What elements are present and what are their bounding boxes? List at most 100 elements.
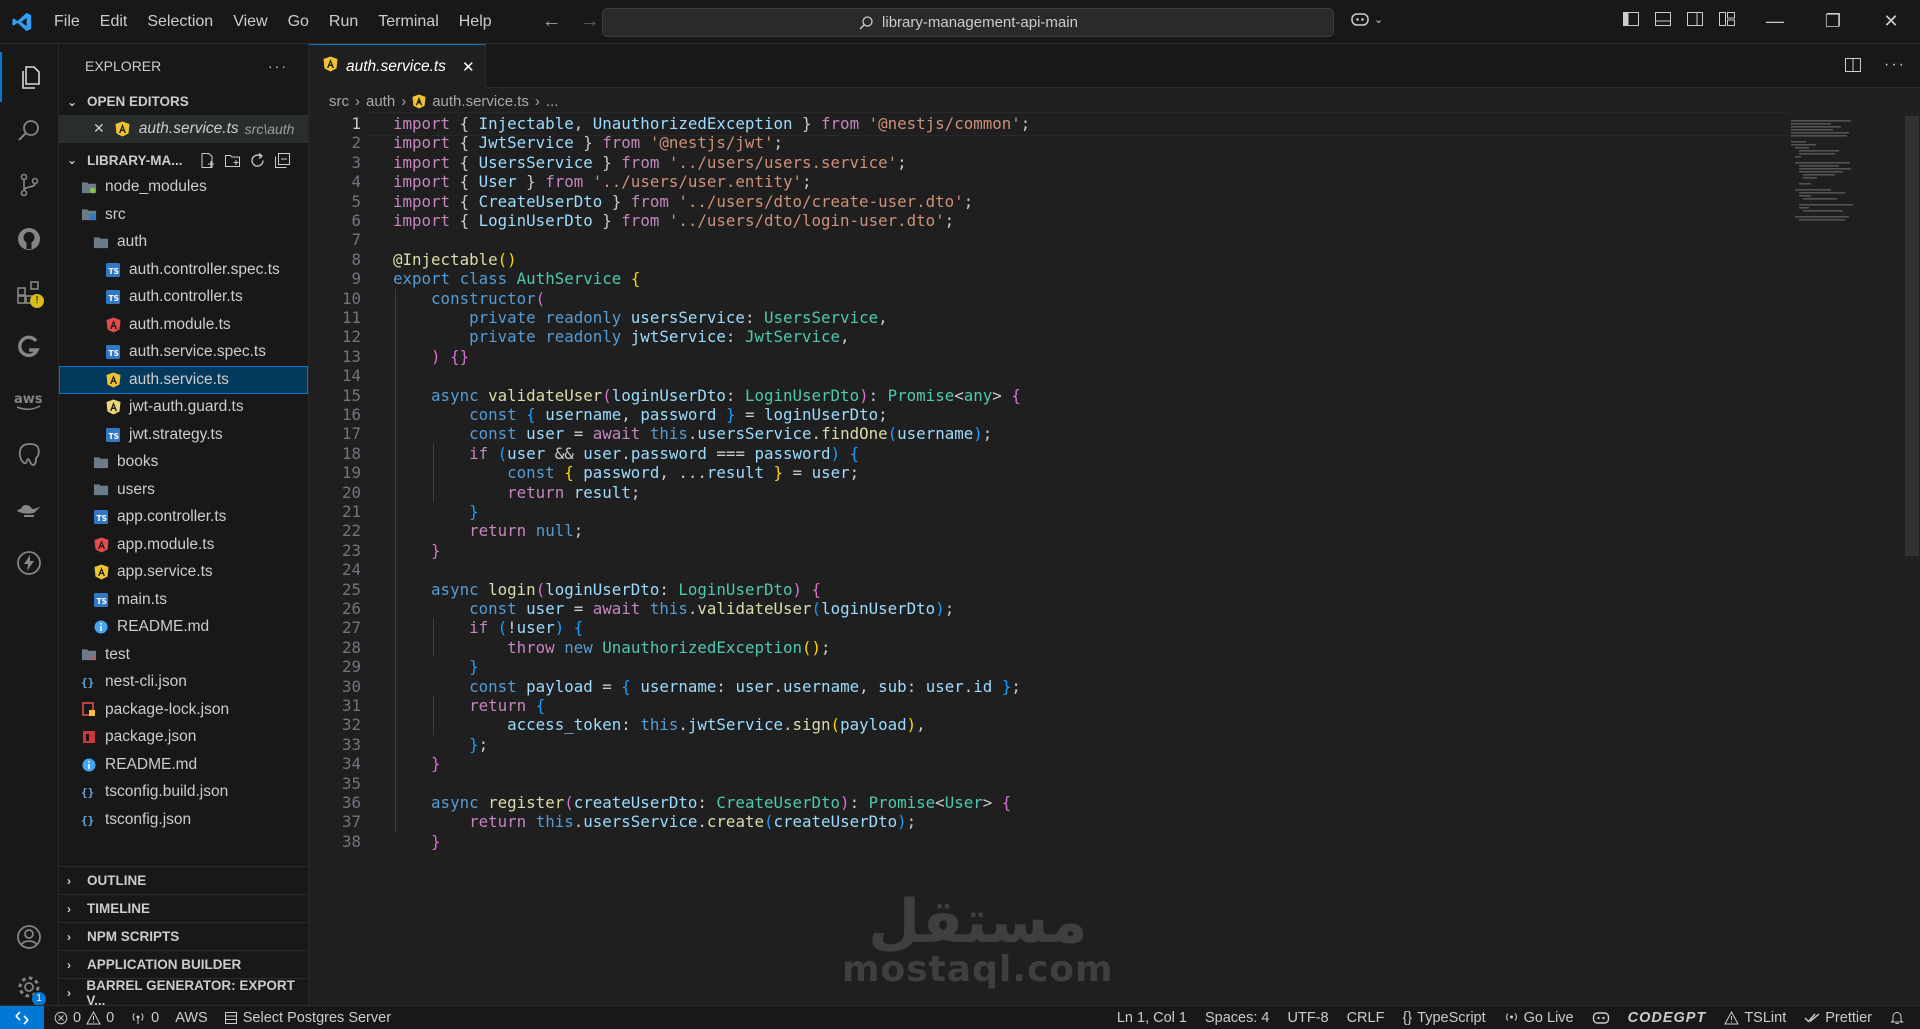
code-token: await: [592, 424, 641, 444]
breadcrumb-file[interactable]: auth.service.ts: [432, 93, 529, 110]
folder-item-node-modules[interactable]: node_modules: [59, 174, 308, 202]
postgres-status[interactable]: Select Postgres Server: [224, 1010, 391, 1026]
code-token: create: [706, 812, 764, 832]
close-editor-icon[interactable]: ✕: [93, 120, 105, 137]
command-center-search[interactable]: library-management-api-main: [602, 8, 1334, 37]
menu-run[interactable]: Run: [319, 13, 368, 31]
file-item-tsconfig-build-json[interactable]: {} tsconfig.build.json: [59, 779, 308, 807]
prettier-status[interactable]: Prettier: [1804, 1010, 1872, 1026]
minimize-icon[interactable]: —: [1746, 0, 1804, 43]
postgres-icon[interactable]: [0, 430, 58, 480]
file-item-tsconfig-json[interactable]: {} tsconfig.json: [59, 806, 308, 834]
source-control-icon[interactable]: [0, 160, 58, 210]
forward-arrow-icon[interactable]: →: [580, 10, 600, 33]
extensions-icon[interactable]: !: [0, 268, 58, 318]
code-token: usersService: [583, 812, 698, 832]
language-mode[interactable]: {} TypeScript: [1402, 1010, 1485, 1026]
copilot-status-icon[interactable]: [1592, 1011, 1610, 1025]
file-item-main-ts[interactable]: TS main.ts: [59, 586, 308, 614]
file-item-app-service-ts[interactable]: app.service.ts: [59, 559, 308, 587]
open-editor-item[interactable]: ✕ auth.service.ts src\auth: [59, 115, 308, 143]
menu-selection[interactable]: Selection: [137, 13, 223, 31]
section-application-builder[interactable]: › APPLICATION BUILDER: [59, 950, 308, 978]
file-item-app-module-ts[interactable]: app.module.ts: [59, 531, 308, 559]
problems-status[interactable]: 0 0: [54, 1010, 114, 1026]
file-item-jwt-auth-guard-ts[interactable]: jwt-auth.guard.ts: [59, 394, 308, 422]
more-actions-icon[interactable]: ···: [1884, 56, 1906, 74]
go-live-button[interactable]: Go Live: [1504, 1010, 1574, 1026]
breadcrumb-auth[interactable]: auth: [366, 93, 395, 110]
restore-icon[interactable]: ❐: [1804, 0, 1862, 43]
menu-file[interactable]: File: [44, 13, 90, 31]
section-npm-scripts[interactable]: › NPM SCRIPTS: [59, 922, 308, 950]
project-section[interactable]: ⌄ LIBRARY-MA...: [59, 147, 308, 174]
folder-item-test[interactable]: test: [59, 641, 308, 669]
minimap[interactable]: [1789, 116, 1899, 226]
collapse-all-icon[interactable]: [274, 152, 291, 169]
file-item-package-lock-json[interactable]: package-lock.json: [59, 696, 308, 724]
indentation[interactable]: Spaces: 4: [1205, 1010, 1270, 1026]
open-editors-section[interactable]: ⌄ OPEN EDITORS: [59, 88, 308, 115]
close-tab-icon[interactable]: ✕: [462, 58, 475, 76]
file-item-readme-md[interactable]: README.md: [59, 751, 308, 779]
remote-indicator[interactable]: [0, 1006, 44, 1029]
new-folder-icon[interactable]: [224, 152, 241, 169]
file-item-auth-controller-ts[interactable]: TS auth.controller.ts: [59, 284, 308, 312]
section-timeline[interactable]: › TIMELINE: [59, 894, 308, 922]
encoding[interactable]: UTF-8: [1287, 1010, 1328, 1026]
menu-go[interactable]: Go: [278, 13, 319, 31]
toggle-secondary-sidebar-icon[interactable]: [1686, 10, 1704, 28]
file-item-auth-module-ts[interactable]: auth.module.ts: [59, 311, 308, 339]
explorer-activity-icon[interactable]: [0, 52, 60, 102]
codegpt-status[interactable]: CODEGPT: [1628, 1010, 1707, 1026]
split-editor-icon[interactable]: [1844, 56, 1862, 74]
gitlens-icon[interactable]: [0, 322, 58, 372]
folder-item-src[interactable]: src: [59, 201, 308, 229]
github-icon[interactable]: [0, 214, 58, 264]
cursor-position[interactable]: Ln 1, Col 1: [1117, 1010, 1187, 1026]
section-outline[interactable]: › OUTLINE: [59, 866, 308, 894]
refresh-icon[interactable]: [249, 152, 266, 169]
folder-item-users[interactable]: users: [59, 476, 308, 504]
thunder-client-icon[interactable]: [0, 538, 58, 588]
menu-help[interactable]: Help: [449, 13, 502, 31]
back-arrow-icon[interactable]: ←: [542, 10, 562, 33]
file-item-auth-service-ts[interactable]: auth.service.ts: [59, 366, 308, 394]
breadcrumb-symbol[interactable]: ...: [546, 93, 559, 110]
accounts-icon[interactable]: [0, 912, 58, 962]
file-item-package-json[interactable]: package.json: [59, 724, 308, 752]
search-activity-icon[interactable]: [0, 106, 58, 156]
aws-icon[interactable]: aws: [0, 376, 58, 426]
copilot-button[interactable]: ⌄: [1350, 10, 1383, 28]
tab-auth-service[interactable]: auth.service.ts ✕: [309, 44, 486, 88]
section-barrel-generator-export-v[interactable]: › BARREL GENERATOR: EXPORT V...: [59, 978, 308, 1008]
close-window-icon[interactable]: ✕: [1862, 0, 1920, 43]
toggle-panel-icon[interactable]: [1654, 10, 1672, 28]
ports-status[interactable]: 0: [130, 1010, 159, 1026]
file-item-auth-service-spec-ts[interactable]: TS auth.service.spec.ts: [59, 339, 308, 367]
folder-item-auth[interactable]: auth: [59, 229, 308, 257]
tslint-status[interactable]: TSLint: [1724, 1010, 1786, 1026]
customize-layout-icon[interactable]: [1718, 10, 1736, 28]
more-actions-icon[interactable]: ···: [268, 58, 288, 74]
line-endings[interactable]: CRLF: [1347, 1010, 1385, 1026]
menu-edit[interactable]: Edit: [90, 13, 138, 31]
aws-status[interactable]: AWS: [175, 1010, 208, 1026]
file-item-auth-controller-spec-ts[interactable]: TS auth.controller.spec.ts: [59, 256, 308, 284]
toggle-primary-sidebar-icon[interactable]: [1622, 10, 1640, 28]
file-item-app-controller-ts[interactable]: TS app.controller.ts: [59, 504, 308, 532]
vertical-scrollbar[interactable]: [1905, 116, 1919, 556]
code-line: throw new UnauthorizedException();: [393, 638, 830, 657]
notifications-bell-icon[interactable]: [1890, 1010, 1904, 1025]
file-item-jwt-strategy-ts[interactable]: TS jwt.strategy.ts: [59, 421, 308, 449]
file-item-nest-cli-json[interactable]: {} nest-cli.json: [59, 669, 308, 697]
breadcrumb-src[interactable]: src: [329, 93, 349, 110]
menu-view[interactable]: View: [223, 13, 277, 31]
new-file-icon[interactable]: [199, 152, 216, 169]
menu-terminal[interactable]: Terminal: [368, 13, 448, 31]
folder-item-books[interactable]: books: [59, 449, 308, 477]
file-item-readme-md[interactable]: README.md: [59, 614, 308, 642]
code-line: return null;: [393, 521, 583, 540]
remote-explorer-icon[interactable]: [0, 484, 58, 534]
